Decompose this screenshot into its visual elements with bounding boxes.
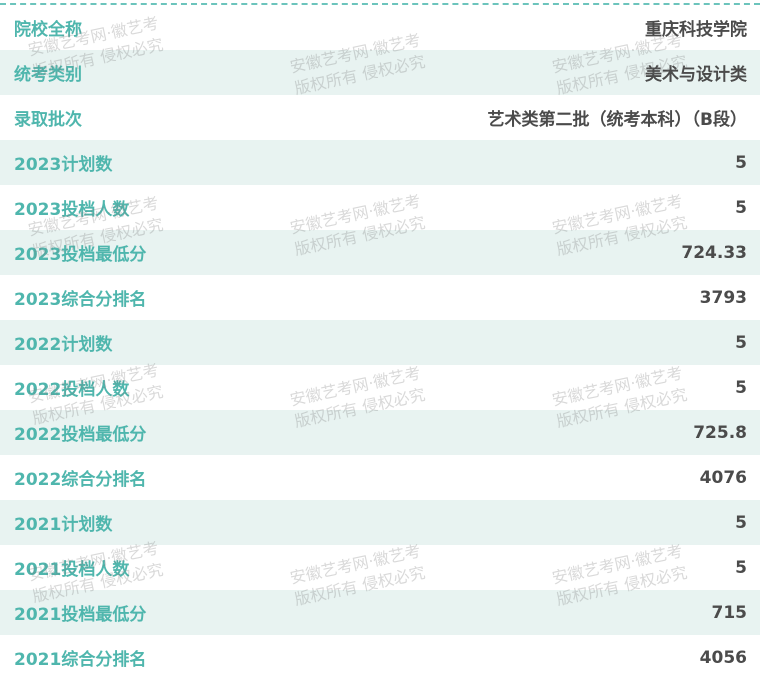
row-label: 2021综合分排名 bbox=[14, 650, 147, 670]
row-label: 2021计划数 bbox=[14, 515, 113, 535]
row-2022-plan: 2022计划数 5 bbox=[0, 320, 760, 365]
row-label: 2022计划数 bbox=[14, 335, 113, 355]
row-2021-filed: 2021投档人数 5 bbox=[0, 545, 760, 590]
row-label: 统考类别 bbox=[14, 65, 82, 85]
row-value: 5 bbox=[735, 377, 747, 398]
row-value: 重庆科技学院 bbox=[645, 20, 747, 40]
row-2023-rank: 2023综合分排名 3793 bbox=[0, 275, 760, 320]
row-2023-min-score: 2023投档最低分 724.33 bbox=[0, 230, 760, 275]
row-value: 美术与设计类 bbox=[645, 65, 747, 85]
row-value: 715 bbox=[711, 602, 748, 623]
row-school-name: 院校全称 重庆科技学院 bbox=[0, 5, 760, 50]
row-value: 5 bbox=[735, 197, 747, 218]
row-2022-min-score: 2022投档最低分 725.8 bbox=[0, 410, 760, 455]
row-value: 5 bbox=[735, 557, 747, 578]
row-label: 2022投档最低分 bbox=[14, 425, 147, 445]
row-label: 2021投档最低分 bbox=[14, 605, 147, 625]
row-exam-category: 统考类别 美术与设计类 bbox=[0, 50, 760, 95]
row-value: 3793 bbox=[699, 287, 747, 308]
row-admission-batch: 录取批次 艺术类第二批（统考本科）（B段） bbox=[0, 95, 760, 140]
admission-info-table: 院校全称 重庆科技学院 统考类别 美术与设计类 录取批次 艺术类第二批（统考本科… bbox=[0, 5, 760, 680]
row-label: 院校全称 bbox=[14, 20, 82, 40]
row-2021-rank: 2021综合分排名 4056 bbox=[0, 635, 760, 680]
row-label: 2022投档人数 bbox=[14, 380, 130, 400]
row-label: 2023综合分排名 bbox=[14, 290, 147, 310]
row-2022-filed: 2022投档人数 5 bbox=[0, 365, 760, 410]
row-2021-min-score: 2021投档最低分 715 bbox=[0, 590, 760, 635]
row-2023-plan: 2023计划数 5 bbox=[0, 140, 760, 185]
row-value: 5 bbox=[735, 152, 747, 173]
row-2022-rank: 2022综合分排名 4076 bbox=[0, 455, 760, 500]
row-value: 4056 bbox=[699, 647, 747, 668]
row-label: 录取批次 bbox=[14, 110, 82, 130]
row-value: 4076 bbox=[699, 467, 747, 488]
row-value: 5 bbox=[735, 332, 747, 353]
row-label: 2022综合分排名 bbox=[14, 470, 147, 490]
row-value: 725.8 bbox=[693, 422, 747, 443]
row-label: 2023投档最低分 bbox=[14, 245, 147, 265]
row-value: 艺术类第二批（统考本科）（B段） bbox=[487, 110, 747, 130]
row-value: 5 bbox=[735, 512, 747, 533]
row-label: 2021投档人数 bbox=[14, 560, 130, 580]
row-label: 2023计划数 bbox=[14, 155, 113, 175]
row-2021-plan: 2021计划数 5 bbox=[0, 500, 760, 545]
row-value: 724.33 bbox=[681, 242, 747, 263]
row-2023-filed: 2023投档人数 5 bbox=[0, 185, 760, 230]
row-label: 2023投档人数 bbox=[14, 200, 130, 220]
